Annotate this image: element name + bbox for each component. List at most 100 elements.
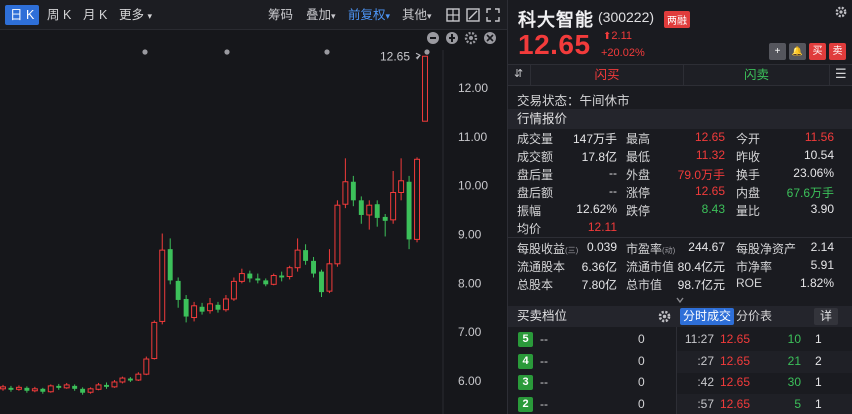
- quote-panel: 科大智能 (300222) 两融 12.65 ⬆2.11 +20.02% + 🔔…: [507, 0, 852, 414]
- chart-zoom-out-icon[interactable]: [427, 32, 439, 44]
- other-label: 其他: [402, 8, 428, 22]
- candle-body: [80, 388, 86, 393]
- candle-body: [72, 385, 78, 389]
- draw-tool-icon[interactable]: [466, 8, 480, 22]
- quote-value: 11.32: [695, 148, 725, 162]
- candle: [238, 268, 245, 284]
- quote-value: 10.54: [803, 148, 834, 162]
- tick-volume: 10: [787, 332, 801, 346]
- candle-body: [326, 263, 333, 292]
- stock-header: 科大智能 (300222) 两融 12.65 ⬆2.11 +20.02% + 🔔…: [508, 0, 852, 64]
- alert-bell-button[interactable]: 🔔: [789, 43, 806, 60]
- chart-close-icon[interactable]: [484, 32, 496, 44]
- scroll-chevron-icon[interactable]: [675, 294, 685, 304]
- last-price-marker-label: 12.65: [380, 49, 410, 63]
- candle-body: [255, 278, 261, 281]
- section-divider: [508, 237, 852, 238]
- quote-label: 盘后额: [517, 186, 554, 200]
- quote-value: --: [609, 184, 617, 198]
- trade-tick-row: :57 12.65 5 1: [677, 393, 852, 414]
- candle-body: [342, 181, 349, 205]
- ask-price: --: [540, 396, 548, 411]
- candle: [366, 200, 373, 230]
- gear-icon[interactable]: [835, 6, 847, 18]
- candle: [183, 295, 189, 323]
- fundamentals-label: 每股收益(三): [517, 240, 578, 257]
- candle-body: [230, 280, 237, 300]
- quote-label: 昨收: [736, 150, 761, 164]
- fundamentals-value: 244.67: [688, 240, 725, 254]
- flash-buy-button[interactable]: 闪买: [530, 65, 684, 86]
- candle-body: [319, 271, 324, 293]
- candle: [47, 384, 54, 393]
- candle-body: [207, 303, 213, 312]
- quote-label: 跌停: [626, 204, 651, 218]
- price-axis-tick: 7.00: [458, 325, 482, 339]
- more-dropdown-icon: ▾: [147, 11, 153, 21]
- tab-weekly-k[interactable]: 周 K: [42, 5, 76, 25]
- overlay-button[interactable]: 叠加▾: [306, 5, 336, 25]
- tick-volume: 21: [787, 353, 801, 368]
- quote-label: 振幅: [517, 204, 542, 218]
- tab-time-sales[interactable]: 分时成交: [680, 308, 735, 325]
- candle-body: [87, 388, 94, 393]
- orderbook-ask-row[interactable]: 5 -- 0: [508, 329, 678, 351]
- collapse-toggle-icon[interactable]: ⇵: [514, 67, 523, 80]
- quote-value: 147万手: [572, 132, 617, 146]
- fundamentals-value: 7.80亿: [581, 278, 617, 292]
- add-watchlist-button[interactable]: +: [769, 43, 786, 60]
- adjust-button[interactable]: 前复权▾: [348, 5, 390, 25]
- chart-settings-icon[interactable]: [464, 31, 478, 45]
- ask-volume: 0: [638, 353, 645, 368]
- candle: [303, 244, 309, 265]
- menu-icon[interactable]: ☰: [835, 66, 847, 82]
- adjust-dropdown-icon: ▾: [385, 11, 391, 21]
- candlestick-chart[interactable]: 12.00 11.00 10.00 9.00 8.00 7.00 6.00 12.65: [0, 30, 507, 414]
- chart-zoom-in-icon[interactable]: [446, 32, 458, 44]
- tab-price-table[interactable]: 分价表: [736, 306, 772, 327]
- tick-volume: 30: [787, 375, 801, 389]
- kline-chart-panel: 日 K 周 K 月 K 更多 ▾ 筹码 叠加▾ 前复权▾ 其他▾ 12.00 1…: [0, 0, 507, 414]
- quote-row: 盘后额 -- 涨停 12.65 内盘 67.6万手: [508, 184, 852, 201]
- fundamentals-value: 80.4亿元: [677, 260, 725, 274]
- quote-row: 振幅 12.62% 跌停 8.43 量比 3.90: [508, 202, 852, 219]
- fullscreen-icon[interactable]: [486, 8, 500, 22]
- candle: [230, 277, 237, 301]
- candle-body: [40, 388, 46, 392]
- candle: [398, 158, 405, 201]
- fundamentals-label-suffix: (动): [662, 246, 676, 255]
- candle: [151, 320, 158, 360]
- candle-body: [294, 249, 301, 269]
- orderbook-ask-row[interactable]: 2 -- 0: [508, 394, 678, 414]
- price-axis: 12.00 11.00 10.00 9.00 8.00 7.00 6.00: [458, 81, 488, 388]
- orderbook-ask-row[interactable]: 4 -- 0: [508, 351, 678, 373]
- ask-level-badge: 5: [518, 332, 533, 347]
- tick-price: 12.65: [720, 396, 751, 411]
- other-button[interactable]: 其他▾: [402, 5, 432, 25]
- quote-value: 12.11: [587, 220, 617, 234]
- candle-body: [63, 384, 70, 389]
- tab-daily-k[interactable]: 日 K: [5, 5, 40, 25]
- price-axis-tick: 8.00: [458, 276, 482, 290]
- candle: [319, 269, 324, 298]
- fundamentals-label-text: 每股净资产: [736, 242, 797, 256]
- detail-button[interactable]: 详: [814, 308, 838, 325]
- tab-monthly-k[interactable]: 月 K: [78, 5, 112, 25]
- ask-level-badge: 4: [518, 353, 533, 369]
- orderbook-ask-row[interactable]: 3 -- 0: [508, 372, 678, 394]
- quote-label: 今开: [736, 132, 761, 146]
- buy-button[interactable]: 买: [809, 43, 826, 60]
- grid-layout-icon[interactable]: [446, 8, 460, 22]
- flash-sell-button[interactable]: 闪卖: [684, 65, 830, 86]
- chips-button[interactable]: 筹码: [268, 5, 293, 25]
- tab-more[interactable]: 更多 ▾: [114, 5, 157, 25]
- candle-body: [238, 273, 245, 282]
- quote-value: 3.90: [810, 202, 834, 216]
- candle-body: [366, 204, 373, 216]
- sell-button[interactable]: 卖: [829, 43, 846, 60]
- orderbook-settings-icon[interactable]: [658, 310, 671, 323]
- candle-body: [104, 384, 109, 387]
- candle: [191, 301, 198, 322]
- candle: [326, 249, 333, 294]
- candle: [286, 265, 293, 280]
